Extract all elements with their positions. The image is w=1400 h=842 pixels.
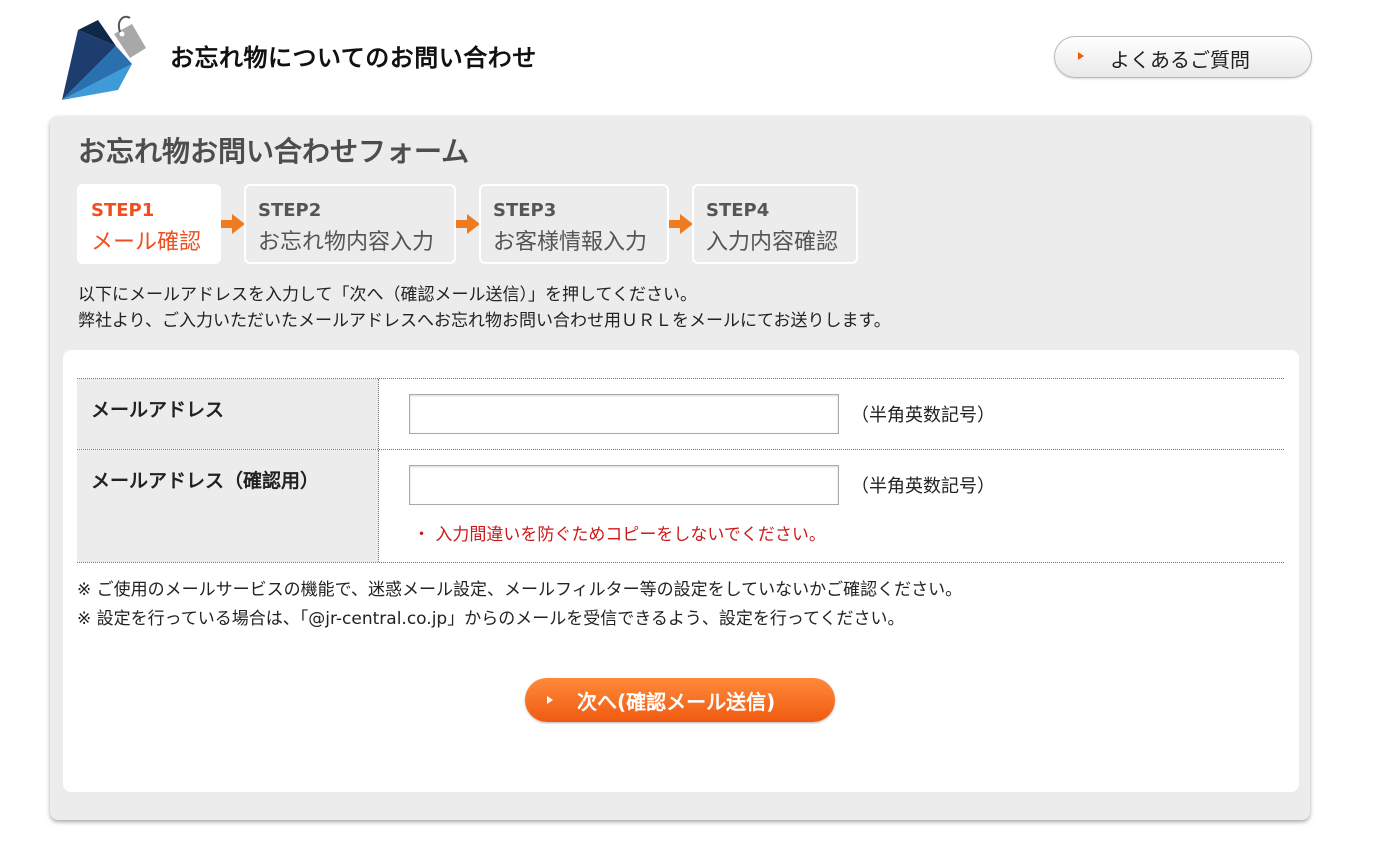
- step-number: STEP2: [258, 200, 322, 221]
- step-4: STEP4 入力内容確認: [692, 184, 858, 264]
- chevron-right-icon: [547, 696, 553, 704]
- step-2: STEP2 お忘れ物内容入力: [244, 184, 456, 264]
- faq-button-label: よくあるご質問: [1110, 48, 1250, 72]
- step-3: STEP3 お客様情報入力: [479, 184, 669, 264]
- copy-warning: ・ 入力間違いを防ぐためコピーをしないでください。: [413, 525, 826, 545]
- email-label: メールアドレス: [91, 399, 225, 421]
- next-button-label: 次へ(確認メール送信): [577, 690, 776, 714]
- intro-line: 弊社より、ご入力いただいたメールアドレスへお忘れ物お問い合わせ用ＵＲＬをメールに…: [78, 311, 891, 331]
- step-number: STEP3: [493, 200, 557, 221]
- form-panel: お忘れ物お問い合わせフォーム STEP1 メール確認 STEP2 お忘れ物内容入…: [50, 116, 1310, 820]
- arrow-right-icon: [221, 214, 245, 234]
- note-line: ※ 設定を行っている場合は、「@jr-central.co.jp」からのメールを…: [77, 609, 905, 629]
- page: お忘れ物についてのお問い合わせ よくあるご質問 お忘れ物お問い合わせフォーム S…: [0, 0, 1400, 842]
- email-confirm-label-cell: メールアドレス（確認用）: [77, 450, 379, 562]
- email-hint: （半角英数記号）: [851, 405, 995, 426]
- step-number: STEP1: [91, 200, 155, 221]
- email-confirm-hint: （半角英数記号）: [851, 476, 995, 497]
- site-title: お忘れ物についてのお問い合わせ: [170, 44, 537, 72]
- arrow-right-icon: [456, 214, 480, 234]
- step-name: 入力内容確認: [706, 230, 839, 255]
- step-1: STEP1 メール確認: [77, 184, 221, 264]
- note-line: ※ ご使用のメールサービスの機能で、迷惑メール設定、メールフィルター等の設定をし…: [77, 580, 963, 600]
- next-button[interactable]: 次へ(確認メール送信): [525, 678, 835, 722]
- email-confirm-row: メールアドレス（確認用） （半角英数記号） ・ 入力間違いを防ぐためコピーをしな…: [77, 449, 1284, 563]
- arrow-right-icon: [669, 214, 693, 234]
- faq-button[interactable]: よくあるご質問: [1054, 36, 1312, 78]
- chevron-right-icon: [1078, 52, 1084, 60]
- email-confirm-label: メールアドレス（確認用）: [91, 470, 320, 492]
- step-name: メール確認: [91, 230, 202, 255]
- email-confirm-input[interactable]: [409, 465, 839, 505]
- email-label-cell: メールアドレス: [77, 379, 379, 449]
- step-name: お客様情報入力: [493, 230, 648, 255]
- email-row: メールアドレス （半角英数記号）: [77, 378, 1284, 449]
- umbrella-tag-logo-icon: [62, 15, 146, 100]
- header: お忘れ物についてのお問い合わせ よくあるご質問: [0, 0, 1400, 110]
- form-title: お忘れ物お問い合わせフォーム: [78, 135, 470, 168]
- form-card: メールアドレス （半角英数記号） メールアドレス（確認用） （半角英数記号） ・…: [63, 350, 1299, 792]
- intro-line: 以下にメールアドレスを入力して「次へ（確認メール送信）」を押してください。: [78, 285, 697, 305]
- step-number: STEP4: [706, 200, 770, 221]
- intro-text: 以下にメールアドレスを入力して「次へ（確認メール送信）」を押してください。 弊社…: [78, 282, 891, 334]
- email-input[interactable]: [409, 394, 839, 434]
- notes: ※ ご使用のメールサービスの機能で、迷惑メール設定、メールフィルター等の設定をし…: [77, 576, 962, 634]
- step-name: お忘れ物内容入力: [258, 230, 435, 255]
